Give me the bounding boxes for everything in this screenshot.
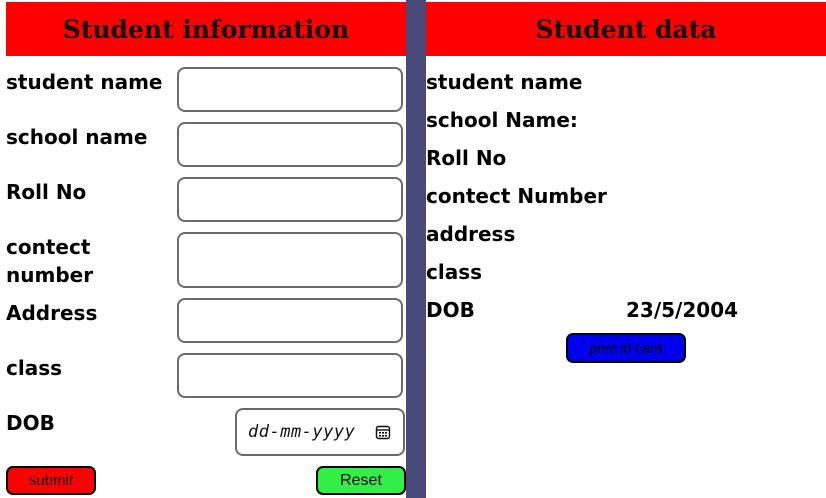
contact-number-label: contect number (6, 235, 94, 287)
data-school-name-label: school Name: (426, 108, 578, 132)
address-label: Address (6, 301, 98, 325)
data-dob-value: 23/5/2004 (626, 298, 739, 322)
print-id-card-button[interactable]: print id card (566, 333, 686, 363)
address-input[interactable] (177, 298, 403, 343)
student-name-input[interactable] (177, 67, 403, 112)
roll-no-label: Roll No (6, 180, 87, 204)
form-title: Student information (62, 14, 350, 44)
class-label: class (6, 356, 63, 380)
dob-date-input[interactable]: dd-mm-yyyy (235, 408, 405, 456)
student-form-panel: Student information student name school … (0, 0, 406, 498)
data-class-label: class (426, 260, 483, 284)
dob-placeholder: dd-mm-yyyy (248, 422, 356, 442)
student-data-panel: Student data student name school Name: R… (426, 0, 826, 498)
submit-button[interactable]: submit (6, 466, 96, 495)
student-name-label: student name (6, 70, 163, 94)
dob-label: DOB (6, 411, 55, 435)
roll-no-input[interactable] (177, 177, 403, 222)
data-title: Student data (535, 14, 717, 44)
panel-divider (406, 0, 426, 498)
school-name-input[interactable] (177, 122, 403, 167)
class-input[interactable] (177, 353, 403, 398)
data-dob-label: DOB (426, 298, 475, 322)
data-student-name-label: student name (426, 70, 583, 94)
contact-number-input[interactable] (177, 232, 403, 288)
data-address-label: address (426, 222, 516, 246)
calendar-icon[interactable] (375, 424, 391, 440)
reset-button[interactable]: Reset (316, 466, 406, 495)
data-roll-no-label: Roll No (426, 146, 507, 170)
form-header: Student information (6, 2, 406, 56)
data-header: Student data (426, 2, 826, 56)
data-contact-number-label: contect Number (426, 184, 607, 208)
school-name-label: school name (6, 125, 148, 149)
